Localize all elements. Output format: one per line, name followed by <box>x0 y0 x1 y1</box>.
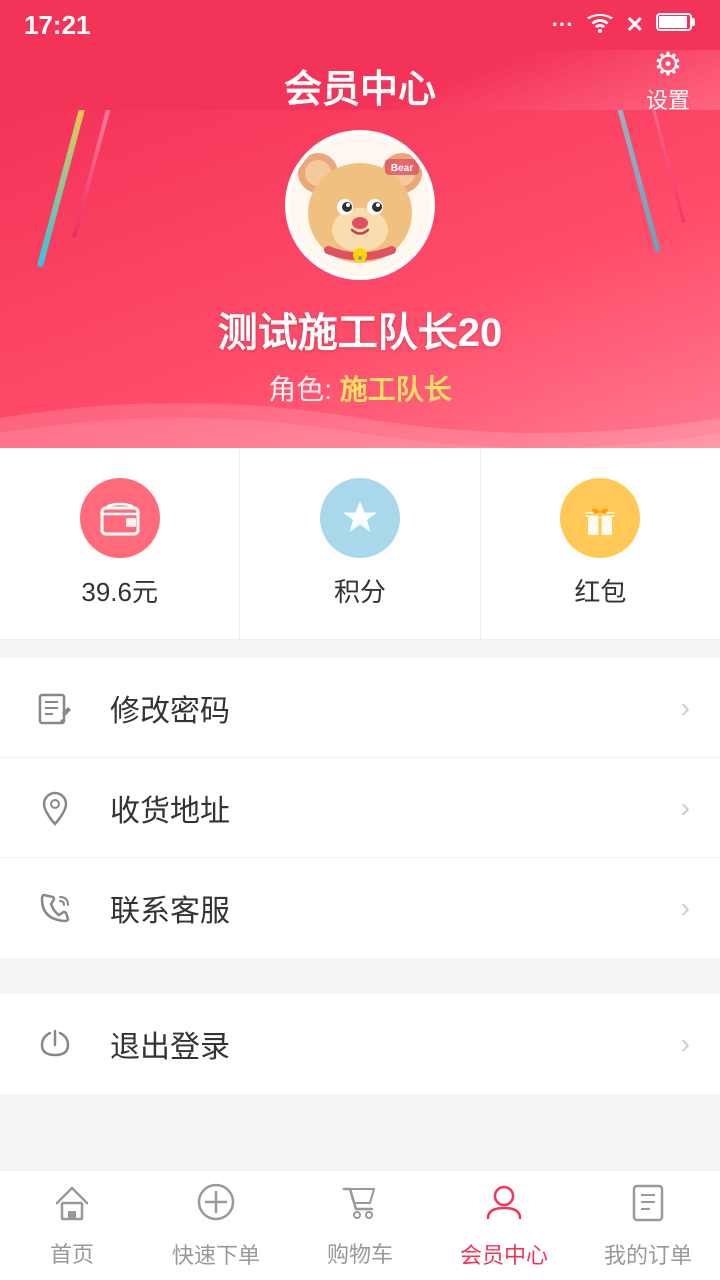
wifi-icon <box>586 11 614 39</box>
signal-icon: ··· <box>552 12 574 38</box>
menu-separator <box>0 958 720 976</box>
menu-item-contact-service[interactable]: 联系客服 › <box>0 858 720 958</box>
nav-label-member: 会员中心 <box>460 1238 548 1270</box>
stats-row: 39.6元 积分 红包 <box>0 448 720 640</box>
svg-text:Bear: Bear <box>391 163 413 174</box>
bear-avatar-svg: Bear <box>290 135 430 275</box>
home-icon <box>52 1183 92 1231</box>
settings-button[interactable]: ⚙ 设置 <box>646 45 690 115</box>
stat-wallet[interactable]: 39.6元 <box>0 448 240 639</box>
nav-item-my-orders[interactable]: 我的订单 <box>576 1171 720 1280</box>
chevron-right-icon: › <box>681 692 690 724</box>
x-icon: ✕ <box>626 12 644 38</box>
phone-icon <box>30 883 80 933</box>
menu-list-secondary: 退出登录 › <box>0 994 720 1094</box>
stat-points[interactable]: 积分 <box>240 448 480 639</box>
coupon-label: 红包 <box>574 572 626 609</box>
contact-service-text: 联系客服 <box>110 886 681 930</box>
points-label: 积分 <box>334 572 386 609</box>
cart-icon <box>340 1183 380 1231</box>
shipping-address-text: 收货地址 <box>110 786 681 830</box>
nav-label-home: 首页 <box>50 1237 94 1269</box>
avatar: Bear <box>285 130 435 280</box>
quick-order-icon <box>196 1182 236 1232</box>
username: 测试施工队长20 <box>218 300 503 358</box>
status-icons: ··· ✕ <box>552 11 696 39</box>
wallet-label: 39.6元 <box>81 572 158 609</box>
logout-text: 退出登录 <box>110 1022 681 1066</box>
battery-icon <box>656 12 696 38</box>
bottom-nav: 首页 快速下单 购物车 <box>0 1170 720 1280</box>
menu-item-shipping-address[interactable]: 收货地址 › <box>0 758 720 858</box>
chevron-right-icon-4: › <box>681 1028 690 1060</box>
nav-label-my-orders: 我的订单 <box>604 1238 692 1270</box>
member-icon <box>484 1182 524 1232</box>
hero-wave <box>0 388 720 448</box>
chevron-right-icon-2: › <box>681 792 690 824</box>
gear-icon: ⚙ <box>654 45 683 83</box>
star-icon-circle <box>320 478 400 558</box>
nav-item-cart[interactable]: 购物车 <box>288 1171 432 1280</box>
stat-coupon[interactable]: 红包 <box>481 448 720 639</box>
avatar-container: Bear 测试施工队长20 角色: 施工队长 <box>0 110 720 408</box>
time-display: 17:21 <box>24 10 91 41</box>
nav-label-cart: 购物车 <box>327 1237 393 1269</box>
nav-item-quick-order[interactable]: 快速下单 <box>144 1171 288 1280</box>
location-icon <box>30 783 80 833</box>
page-title: 会员中心 <box>284 58 436 113</box>
menu-item-change-password[interactable]: 修改密码 › <box>0 658 720 758</box>
power-icon <box>30 1019 80 1069</box>
gift-icon-circle <box>560 478 640 558</box>
wallet-icon-circle <box>80 478 160 558</box>
status-bar: 17:21 ··· ✕ <box>0 0 720 50</box>
menu-item-logout[interactable]: 退出登录 › <box>0 994 720 1094</box>
edit-icon <box>30 683 80 733</box>
chevron-right-icon-3: › <box>681 892 690 924</box>
nav-item-member[interactable]: 会员中心 <box>432 1171 576 1280</box>
page-header: 会员中心 ⚙ 设置 <box>0 50 720 110</box>
change-password-text: 修改密码 <box>110 686 681 730</box>
hero-section: Bear 测试施工队长20 角色: 施工队长 <box>0 110 720 448</box>
nav-item-home[interactable]: 首页 <box>0 1171 144 1280</box>
nav-label-quick-order: 快速下单 <box>172 1238 260 1270</box>
orders-icon <box>630 1182 666 1232</box>
menu-list-main: 修改密码 › 收货地址 › 联系客服 › <box>0 658 720 958</box>
